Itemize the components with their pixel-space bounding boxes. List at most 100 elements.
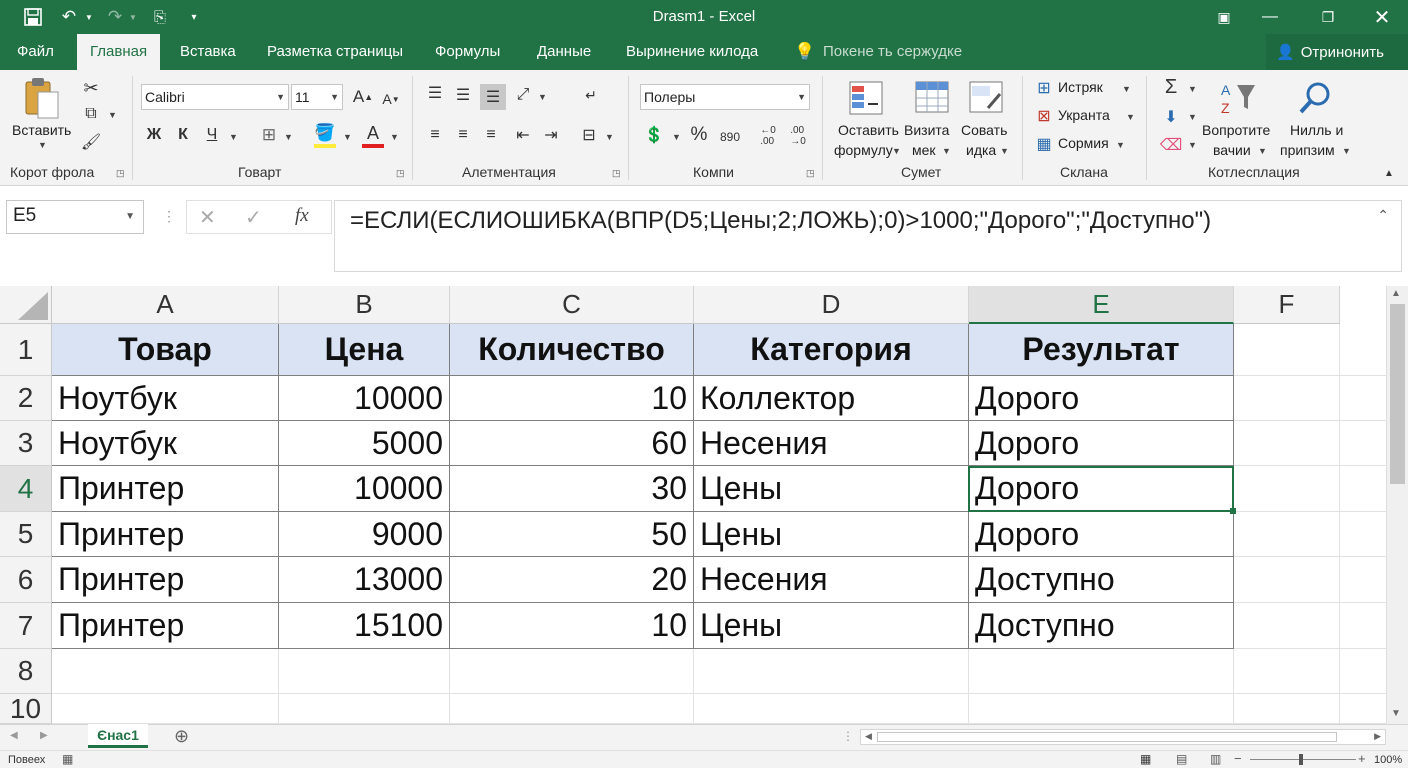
table-header-cell[interactable]: Категория [694, 324, 969, 376]
macro-record-icon[interactable]: ▦ [62, 752, 73, 766]
merge-center-icon[interactable]: ⊟ [578, 124, 600, 146]
sort-filter-dropdown-icon[interactable]: ▼ [1258, 146, 1267, 156]
cell-styles-label[interactable]: Совать [961, 122, 1007, 138]
decrease-font-icon[interactable]: A ▼ [380, 88, 402, 110]
zoom-level[interactable]: 100% [1374, 754, 1402, 766]
table-cell[interactable]: Дорого [969, 376, 1234, 421]
row-header-2[interactable]: 2 [0, 376, 52, 421]
scroll-thumb[interactable] [1390, 304, 1405, 484]
h-scroll-thumb[interactable] [877, 732, 1337, 742]
fill-dropdown-icon[interactable]: ▼ [1188, 112, 1197, 122]
tab-formulas[interactable]: Формулы [435, 34, 500, 70]
undo-dropdown-icon[interactable]: ▼ [84, 6, 94, 28]
font-size-combo[interactable]: 11 ▼ [291, 84, 343, 110]
column-header-a[interactable]: A [52, 286, 279, 324]
table-cell[interactable]: Несения [694, 421, 969, 466]
tab-home[interactable]: Главная [77, 34, 161, 70]
cancel-icon[interactable]: ✕ [199, 205, 216, 230]
restore-icon[interactable]: ❐ [1305, 0, 1351, 34]
save-icon[interactable] [22, 6, 44, 28]
increase-font-icon[interactable]: A ▲ [352, 86, 374, 108]
clipboard-launcher-icon[interactable]: ◳ [116, 168, 125, 179]
table-cell[interactable]: 20 [450, 557, 694, 603]
currency-icon[interactable]: 💲 [642, 124, 666, 146]
table-cell[interactable]: Дорого [969, 512, 1234, 557]
table-cell[interactable]: Дорого [969, 466, 1234, 512]
table-cell[interactable]: Принтер [52, 512, 279, 557]
table-cell[interactable]: 50 [450, 512, 694, 557]
delete-cells-icon[interactable]: ⊠ [1034, 106, 1054, 126]
table-cell[interactable]: Цены [694, 512, 969, 557]
minimize-icon[interactable]: — [1247, 0, 1293, 34]
undo-icon[interactable]: ↶ [58, 6, 80, 28]
column-header-b[interactable]: B [279, 286, 450, 324]
select-all-button[interactable] [0, 286, 52, 324]
table-cell[interactable]: 10 [450, 603, 694, 649]
scroll-left-icon[interactable]: ◀ [865, 731, 872, 742]
autosum-dropdown-icon[interactable]: ▼ [1188, 84, 1197, 94]
redo-icon[interactable]: ↷ [104, 6, 126, 28]
table-header-cell[interactable]: Товар [52, 324, 279, 376]
fill-color-icon[interactable]: 🪣 [314, 122, 336, 144]
format-dropdown-icon[interactable]: ▼ [1116, 140, 1125, 150]
row-header-5[interactable]: 5 [0, 512, 52, 557]
touch-mode-icon[interactable]: ⎘ [150, 6, 170, 28]
copy-dropdown-icon[interactable]: ▼ [108, 110, 117, 120]
column-header-c[interactable]: C [450, 286, 694, 324]
table-header-cell[interactable]: Цена [279, 324, 450, 376]
close-icon[interactable]: ✕ [1359, 0, 1405, 34]
table-cell[interactable]: Принтер [52, 603, 279, 649]
table-cell[interactable]: 60 [450, 421, 694, 466]
column-header-e[interactable]: E [969, 286, 1234, 324]
normal-view-icon[interactable]: ▦ [1140, 752, 1151, 766]
row-header-6[interactable]: 6 [0, 557, 52, 603]
row-header-3[interactable]: 3 [0, 421, 52, 466]
orientation-dropdown-icon[interactable]: ▼ [538, 92, 547, 102]
clear-dropdown-icon[interactable]: ▼ [1188, 140, 1197, 150]
format-as-table-label2[interactable]: мек [912, 142, 936, 158]
scroll-right-icon[interactable]: ▶ [1374, 731, 1381, 742]
table-cell[interactable]: Доступно [969, 557, 1234, 603]
row-header-1[interactable]: 1 [0, 324, 52, 376]
row-header-7[interactable]: 7 [0, 603, 52, 649]
scroll-up-icon[interactable]: ▲ [1391, 288, 1401, 299]
cell-styles-dropdown-icon[interactable]: ▼ [1000, 146, 1009, 156]
font-name-combo[interactable]: Calibri ▼ [141, 84, 289, 110]
copy-icon[interactable]: ⧉ [80, 104, 102, 124]
align-right-icon[interactable]: ≡ [480, 124, 502, 146]
comma-style-button[interactable]: 890 [716, 126, 744, 148]
column-header-d[interactable]: D [694, 286, 969, 324]
table-header-cell[interactable]: Количество [450, 324, 694, 376]
insert-cells-icon[interactable]: ⊞ [1034, 78, 1054, 98]
align-center-icon[interactable]: ≡ [452, 124, 474, 146]
table-cell[interactable]: Дорого [969, 421, 1234, 466]
format-as-table-dropdown-icon[interactable]: ▼ [942, 146, 951, 156]
zoom-out-icon[interactable]: − [1234, 751, 1242, 766]
eraser-icon[interactable]: ⌫ [1160, 134, 1183, 156]
enter-icon[interactable]: ✓ [245, 205, 262, 230]
table-cell[interactable]: 10 [450, 376, 694, 421]
table-cell[interactable]: 9000 [279, 512, 450, 557]
table-cell[interactable]: 10000 [279, 466, 450, 512]
vertical-scrollbar[interactable]: ▲ ▼ [1386, 286, 1408, 724]
tab-file[interactable]: Файл [17, 34, 54, 70]
merge-dropdown-icon[interactable]: ▼ [605, 132, 614, 142]
align-bottom-icon[interactable]: ☰ [480, 84, 506, 110]
cell-styles-label2[interactable]: идка [966, 142, 996, 158]
tab-page-layout[interactable]: Разметка страницы [267, 34, 403, 70]
table-cell[interactable]: Принтер [52, 466, 279, 512]
paste-icon[interactable] [20, 76, 64, 120]
sort-filter-label[interactable]: Вопротите [1202, 122, 1270, 138]
drag-handle-icon[interactable]: ⋮ [162, 208, 176, 225]
zoom-slider-thumb[interactable] [1299, 754, 1303, 765]
font-launcher-icon[interactable]: ◳ [396, 168, 405, 179]
name-box[interactable]: E5 ▼ [6, 200, 144, 234]
table-cell[interactable]: 10000 [279, 376, 450, 421]
collapse-formula-icon[interactable]: ⌃ [1377, 207, 1389, 224]
cell-styles-icon[interactable] [966, 78, 1006, 118]
ribbon-display-icon[interactable]: ▣ [1201, 0, 1247, 34]
find-select-icon[interactable] [1296, 78, 1336, 118]
table-header-cell[interactable]: Результат [969, 324, 1234, 376]
zoom-slider[interactable] [1250, 759, 1356, 760]
zoom-in-icon[interactable]: + [1358, 751, 1366, 766]
